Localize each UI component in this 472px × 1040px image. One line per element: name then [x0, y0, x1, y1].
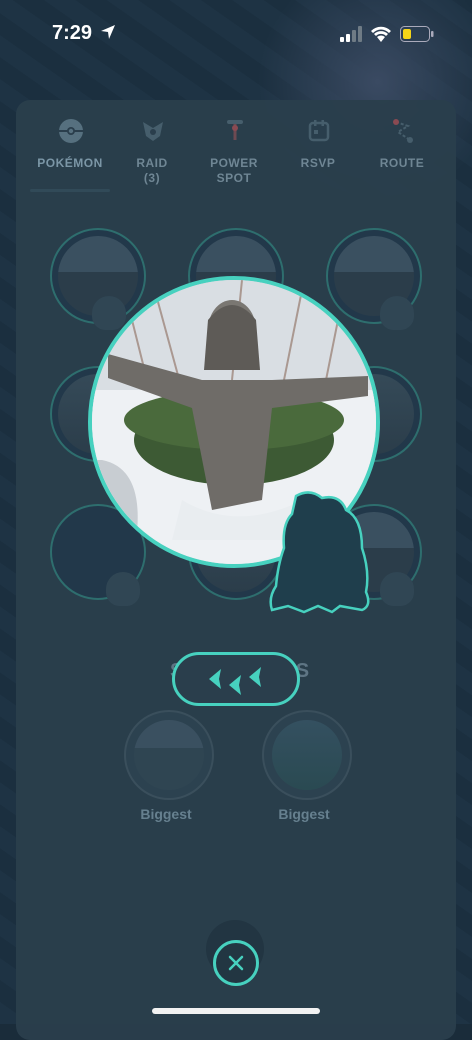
pokemon-sprite	[106, 572, 140, 606]
close-icon	[228, 955, 244, 971]
showcase-label: Biggest	[140, 806, 192, 822]
showcase-slot[interactable]	[124, 710, 214, 800]
tab-pokemon[interactable]: POKÉMON	[26, 110, 114, 200]
pokemon-sprite	[92, 296, 126, 330]
status-bar: 7:29	[0, 0, 472, 70]
footprints-icon	[209, 667, 261, 695]
raid-icon	[143, 122, 163, 141]
shadow-pokemon-silhouette	[269, 491, 370, 614]
pokeball-icon	[59, 119, 83, 143]
home-indicator[interactable]	[152, 1008, 320, 1014]
tab-label: POWER SPOT	[210, 156, 258, 185]
tab-raid[interactable]: RAID (3)	[108, 110, 196, 200]
tab-label: RSVP	[300, 156, 336, 170]
tab-bar: POKÉMON RAID (3) POWER SPOT RSVP ROUTE	[16, 110, 456, 200]
location-arrow-icon	[101, 25, 115, 39]
showcase-slot[interactable]	[262, 710, 352, 800]
tab-route[interactable]: ROUTE	[358, 110, 446, 200]
active-tab-indicator	[30, 189, 110, 192]
wifi-icon	[371, 26, 391, 42]
pokemon-sprite	[380, 572, 414, 606]
status-time: 7:29	[52, 22, 93, 44]
tab-label: POKÉMON	[37, 156, 103, 170]
power-spot-icon	[227, 120, 243, 140]
close-button[interactable]	[213, 940, 259, 986]
tab-power-spot[interactable]: POWER SPOT	[190, 110, 278, 200]
tab-rsvp[interactable]: RSVP	[274, 110, 362, 200]
calendar-icon	[308, 120, 330, 142]
cellular-signal-icon	[340, 26, 362, 42]
battery-icon	[400, 26, 434, 42]
tab-label: ROUTE	[379, 156, 425, 170]
buddy-walk-button[interactable]	[172, 652, 300, 706]
pokemon-sprite	[380, 296, 414, 330]
tab-label: RAID (3)	[136, 156, 168, 185]
route-icon	[393, 119, 413, 143]
showcase-label: Biggest	[278, 806, 330, 822]
